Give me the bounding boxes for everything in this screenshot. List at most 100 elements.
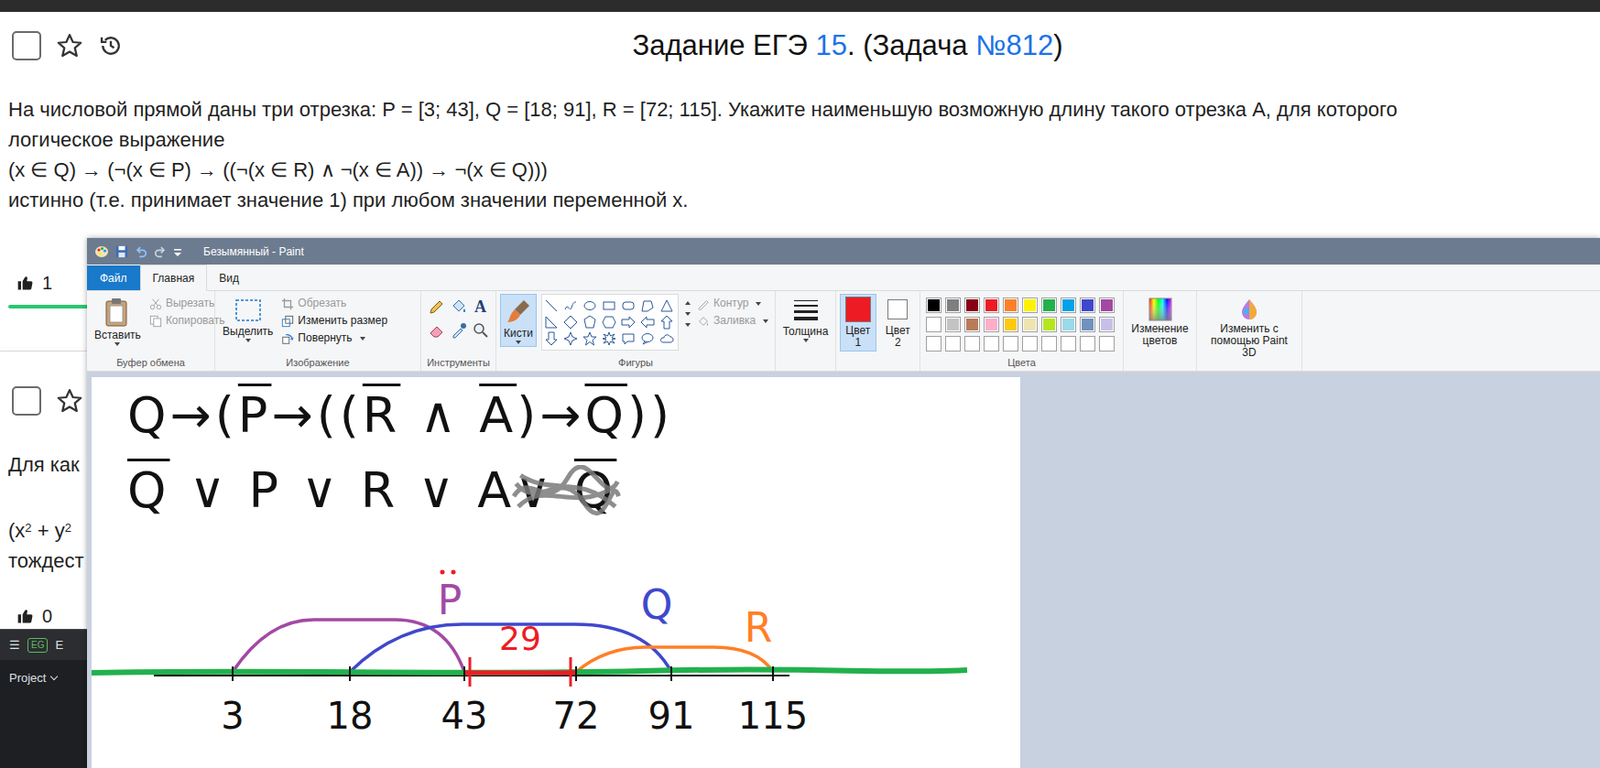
paste-button[interactable]: Вставить — [90, 293, 145, 349]
shape-style-item[interactable]: Контур — [696, 295, 769, 312]
shape-icon[interactable] — [563, 298, 580, 314]
ribbon-tab[interactable]: Вид — [206, 265, 251, 291]
image-item[interactable]: Повернуть — [281, 330, 388, 347]
shape-style-item[interactable]: Заливка — [696, 313, 769, 329]
clipboard-item[interactable]: Вырезать — [149, 295, 226, 312]
scroll-down-icon[interactable] — [685, 312, 691, 316]
customize-icon[interactable] — [173, 245, 183, 259]
expand-icon[interactable] — [685, 323, 691, 327]
shape-icon[interactable] — [601, 331, 619, 347]
empty-swatch[interactable] — [1099, 336, 1115, 352]
thumbs-up-icon[interactable] — [16, 607, 35, 626]
pencil-tool[interactable] — [427, 297, 447, 316]
task-checkbox[interactable] — [11, 31, 42, 61]
color-2-button[interactable]: Цвет2 — [880, 293, 917, 352]
ribbon-tab[interactable]: Главная — [140, 264, 208, 292]
project-badge[interactable]: EG — [27, 638, 48, 654]
shape-icon[interactable] — [640, 331, 657, 347]
project-name[interactable]: E — [54, 636, 64, 655]
save-icon[interactable] — [115, 245, 129, 259]
empty-swatch[interactable] — [964, 336, 980, 352]
title-link[interactable]: 15 — [815, 29, 847, 62]
task-checkbox[interactable] — [11, 386, 42, 416]
eraser-tool[interactable] — [427, 321, 447, 340]
shape-icon[interactable] — [582, 315, 599, 330]
drawing-canvas[interactable]: Q→(P→((R ∧ A)→Q))Q ∨ P ∨ R ∨ A ∨ QPQR293… — [91, 377, 1021, 768]
palette-swatch[interactable] — [945, 297, 961, 314]
shape-icon[interactable] — [601, 315, 619, 330]
gallery-scroll[interactable] — [683, 293, 693, 327]
file-menu[interactable]: Файл — [87, 265, 141, 291]
palette-swatch[interactable] — [983, 297, 1000, 314]
palette-swatch[interactable] — [945, 316, 961, 333]
empty-swatch[interactable] — [945, 336, 961, 352]
empty-swatch[interactable] — [1002, 336, 1019, 352]
shape-icon[interactable] — [659, 315, 676, 330]
shape-icon[interactable] — [582, 298, 599, 314]
shape-icon[interactable] — [563, 315, 580, 330]
paint3d-button[interactable]: Изменить с помощью Paint 3D — [1200, 293, 1298, 362]
empty-swatch[interactable] — [983, 336, 1000, 352]
shape-icon[interactable] — [544, 315, 561, 330]
shape-icon[interactable] — [640, 298, 657, 314]
undo-icon[interactable] — [134, 245, 148, 259]
shape-icon[interactable] — [620, 331, 638, 347]
palette-swatch[interactable] — [1041, 297, 1057, 314]
select-button[interactable]: Выделить — [218, 293, 277, 346]
palette-swatch[interactable] — [1099, 297, 1115, 314]
shape-icon[interactable] — [659, 331, 676, 347]
palette-swatch[interactable] — [925, 297, 942, 314]
palette-swatch[interactable] — [1002, 297, 1019, 314]
image-item[interactable]: Изменить размер — [281, 313, 388, 329]
formula-term: )→ — [516, 386, 585, 445]
title-text: ) — [1053, 29, 1063, 62]
star-icon[interactable] — [55, 32, 84, 60]
thumbs-up-icon[interactable] — [16, 273, 35, 293]
palette-swatch[interactable] — [1022, 297, 1038, 314]
empty-swatch[interactable] — [1079, 336, 1096, 352]
empty-swatch[interactable] — [1041, 336, 1057, 352]
empty-swatch[interactable] — [1060, 336, 1077, 352]
shape-icon[interactable] — [544, 331, 561, 347]
palette-swatch[interactable] — [1022, 316, 1038, 333]
color-1-button[interactable]: Цвет1 — [839, 293, 877, 352]
bucket-tool[interactable] — [449, 297, 469, 316]
shape-icon[interactable] — [582, 331, 599, 347]
shape-icon[interactable] — [659, 298, 676, 314]
title-link[interactable]: №812 — [975, 29, 1054, 62]
palette-swatch[interactable] — [983, 316, 1000, 333]
history-icon[interactable] — [97, 32, 124, 59]
color-picker-tool[interactable] — [449, 321, 469, 340]
palette-swatch[interactable] — [964, 316, 980, 333]
shape-icon[interactable] — [544, 298, 561, 314]
empty-swatch[interactable] — [925, 336, 942, 352]
palette-swatch[interactable] — [1079, 316, 1096, 333]
shape-icon[interactable] — [601, 298, 619, 314]
palette-swatch[interactable] — [1060, 316, 1077, 333]
palette-swatch[interactable] — [1002, 316, 1019, 333]
palette-swatch[interactable] — [964, 297, 980, 314]
clipboard-item[interactable]: Копировать — [149, 313, 226, 329]
shape-icon[interactable] — [640, 315, 657, 330]
color-label: Цвет — [845, 325, 871, 338]
menu-button[interactable]: ☰ — [9, 636, 21, 655]
shape-icon[interactable] — [620, 298, 638, 314]
empty-swatch[interactable] — [1022, 336, 1038, 352]
text-tool[interactable]: A — [471, 297, 490, 316]
shape-icon[interactable] — [563, 331, 580, 347]
image-item[interactable]: Обрезать — [281, 295, 388, 312]
brushes-button[interactable]: Кисти — [500, 293, 537, 348]
shape-icon[interactable] — [620, 315, 638, 330]
palette-swatch[interactable] — [925, 316, 942, 333]
magnifier-tool[interactable] — [471, 321, 490, 340]
palette-swatch[interactable] — [1060, 297, 1077, 314]
thickness-button[interactable]: Толщина — [779, 293, 833, 346]
paint-window: Безымянный - Paint ФайлГлавнаяВид Встави… — [87, 238, 1600, 768]
edit-colors-button[interactable]: Изменение цветов — [1127, 293, 1193, 350]
palette-swatch[interactable] — [1099, 316, 1115, 333]
star-icon[interactable] — [55, 387, 84, 415]
redo-icon[interactable] — [153, 245, 167, 259]
palette-swatch[interactable] — [1041, 316, 1057, 333]
palette-swatch[interactable] — [1079, 297, 1096, 314]
scroll-up-icon[interactable] — [685, 301, 691, 305]
